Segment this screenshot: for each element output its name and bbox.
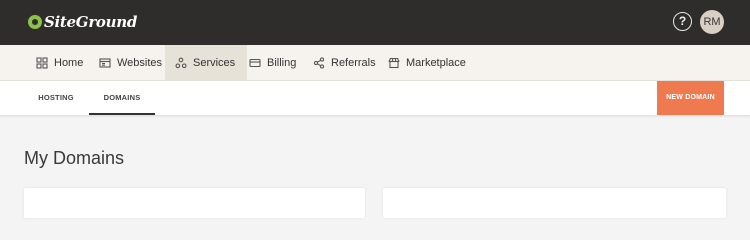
card-icon — [249, 58, 261, 67]
tab-domains[interactable]: DOMAINS — [89, 81, 155, 115]
new-domain-button[interactable]: NEW DOMAIN — [657, 81, 724, 115]
nav-item-label: Websites — [117, 56, 163, 69]
share-icon — [313, 56, 325, 69]
logo-mark-icon — [28, 15, 42, 29]
nav-item-marketplace[interactable]: Marketplace — [380, 45, 474, 80]
domain-card — [383, 188, 726, 218]
nav-item-label: Marketplace — [406, 56, 466, 69]
main-nav: Home Websites Services Billing Referrals… — [0, 45, 750, 81]
tab-hosting[interactable]: HOSTING — [30, 81, 82, 115]
brand-name: SiteGround — [44, 13, 138, 31]
grid-icon — [36, 56, 48, 69]
nav-item-label: Services — [193, 56, 236, 69]
nav-item-label: Home — [54, 56, 84, 69]
siteground-logo[interactable]: SiteGround — [28, 11, 137, 33]
top-bar: SiteGround ? RM — [0, 0, 750, 45]
nav-item-billing[interactable]: Billing — [241, 45, 304, 80]
sub-nav: HOSTING DOMAINS — [0, 81, 750, 116]
nav-item-services[interactable]: Services — [165, 45, 248, 80]
domain-card — [24, 188, 365, 218]
nav-item-websites[interactable]: Websites — [91, 45, 170, 80]
services-icon — [175, 57, 187, 68]
nav-item-label: Referrals — [331, 56, 376, 69]
user-avatar[interactable]: RM — [700, 10, 724, 34]
help-button[interactable]: ? — [673, 12, 692, 31]
nav-item-referrals[interactable]: Referrals — [305, 45, 384, 80]
page-title: My Domains — [24, 148, 125, 168]
store-icon — [388, 57, 400, 68]
nav-item-label: Billing — [267, 56, 297, 69]
nav-item-home[interactable]: Home — [28, 45, 91, 80]
websites-icon — [99, 57, 111, 68]
